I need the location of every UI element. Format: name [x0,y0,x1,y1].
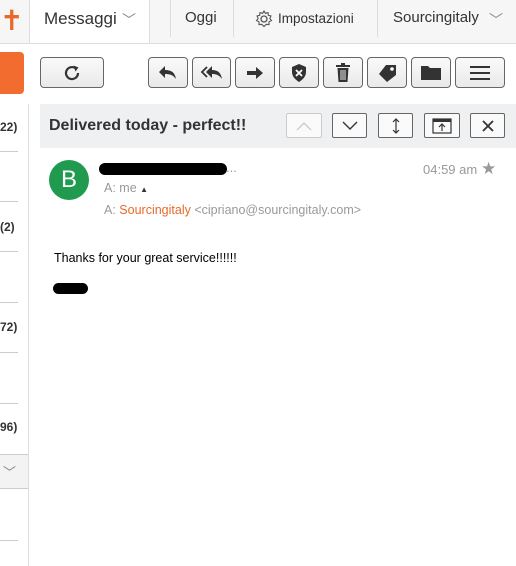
next-message-button[interactable] [332,113,367,138]
folder-divider [0,352,18,353]
tag-icon [379,64,396,82]
sender-name-ellipsis: ... [226,160,237,175]
app-logo-icon[interactable]: ✝ [0,4,23,38]
chevron-down-icon: ﹀ [122,12,136,28]
recipient-org-row: A: Sourcingitaly <cipriano@sourcingitaly… [104,203,361,217]
forward-icon [247,66,263,79]
refresh-icon [64,65,80,80]
reply-all-button[interactable] [192,57,231,88]
folder-icon [421,65,441,80]
folder-count[interactable]: 72) [0,320,17,334]
tab-messaggi-label: Messaggi [44,9,117,28]
tab-messaggi[interactable]: Messaggi ﹀ [29,0,150,43]
folder-count[interactable]: 96) [0,420,17,434]
sender-name-redacted[interactable] [99,163,227,175]
forward-button[interactable] [235,57,275,88]
open-new-window-button[interactable] [424,113,460,138]
delete-button[interactable] [323,57,363,88]
more-menu-button[interactable] [455,57,505,88]
folder-divider [0,403,18,404]
sender-avatar: B [49,160,89,200]
folder-count[interactable]: 22) [0,120,17,134]
tab-divider [233,0,234,37]
to-label: A: [104,203,116,217]
chevron-down-icon: ﹀ [3,465,17,480]
message-header-bar: Delivered today - perfect!! [40,104,516,148]
spam-shield-icon [292,63,306,82]
compose-button[interactable] [0,52,24,94]
star-icon[interactable]: ★ [481,159,496,179]
folder-divider [0,201,18,202]
folder-divider [0,302,18,303]
chevron-up-icon [296,121,312,130]
trash-icon [336,62,350,82]
signature-redacted [53,283,88,294]
tab-oggi[interactable]: Oggi [185,9,217,26]
recipient-email[interactable]: <cipriano@sourcingitaly.com> [194,203,361,217]
reply-icon [159,65,176,79]
chevron-down-icon: ﹀ [489,12,503,28]
folder-count[interactable]: (2) [0,220,15,234]
folder-divider [0,151,18,152]
tab-divider [170,0,171,37]
gear-icon[interactable] [254,9,274,29]
folder-divider [0,540,18,541]
expand-vertical-icon [392,117,399,134]
caret-up-icon[interactable]: ▲ [140,185,148,194]
recipient-me-row: A: me ▲ [104,181,148,195]
close-icon [481,119,494,132]
popout-window-icon [432,117,452,134]
message-time: 04:59 am [423,162,478,177]
close-message-button[interactable] [470,113,505,138]
folder-list: 22) (2) 72) 96) ﹀ [0,104,29,566]
message-body: Thanks for your great service!!!!!! [54,251,237,265]
menu-icon [470,65,490,80]
folder-expander[interactable]: ﹀ [0,454,28,489]
refresh-button[interactable] [40,57,104,88]
tag-button[interactable] [367,57,407,88]
recipient-me[interactable]: me [119,181,136,195]
expand-headers-button[interactable] [378,113,413,138]
chevron-down-icon [342,121,357,130]
previous-message-button[interactable] [286,113,322,138]
tab-impostazioni[interactable]: Impostazioni [278,11,354,26]
reply-button[interactable] [148,57,188,88]
spam-button[interactable] [279,57,319,88]
reply-all-icon [200,65,222,79]
account-menu[interactable]: Sourcingitaly [393,9,479,26]
folder-divider [0,251,18,252]
to-label: A: [104,181,116,195]
tab-divider [377,0,378,37]
message-subject: Delivered today - perfect!! [49,117,247,134]
recipient-org-name[interactable]: Sourcingitaly [119,203,191,217]
move-folder-button[interactable] [411,57,451,88]
top-navigation-bar: ✝ Messaggi ﹀ Oggi Impostazioni Sourcingi… [0,0,516,44]
